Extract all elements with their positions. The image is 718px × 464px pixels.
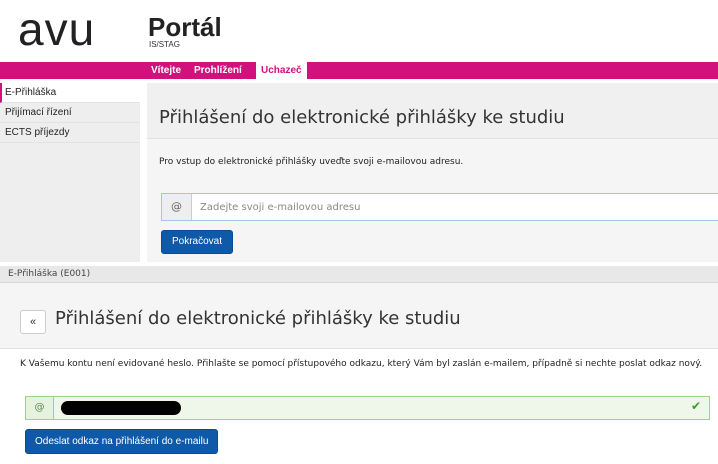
email-input-group: @ — [161, 193, 718, 221]
main-content: Přihlášení do elektronické přihlášky ke … — [147, 83, 718, 262]
page-title: Přihlášení do elektronické přihlášky ke … — [159, 107, 565, 128]
portal-subtitle: IS/STAG — [149, 40, 180, 49]
no-password-notice: K Vašemu kontu není evidované heslo. Při… — [20, 359, 703, 369]
sidebar-item-ects-prijezdy[interactable]: ECTS příjezdy — [0, 123, 140, 143]
avu-logo[interactable]: avu — [18, 6, 95, 52]
intro-text: Pro vstup do elektronické přihlášky uveď… — [159, 157, 464, 167]
checkmark-icon: ✔ — [690, 399, 701, 413]
nav-item-uchazec[interactable]: Uchazeč — [256, 62, 307, 79]
at-sign-icon: @ — [162, 194, 192, 220]
site-header: avu Portál IS/STAG — [0, 0, 718, 60]
sidebar-item-prijimaci-rizeni[interactable]: Přijímací řízení — [0, 103, 140, 123]
page-title-2: Přihlášení do elektronické přihlášky ke … — [55, 308, 461, 329]
email-input-group-valid[interactable]: @ ✔ — [25, 396, 710, 420]
nav-item-vitejte[interactable]: Vítejte — [146, 62, 186, 79]
login-panel: avu Portál IS/STAG Vítejte Prohlížení Uc… — [0, 0, 718, 262]
nav-item-prohlizeni[interactable]: Prohlížení — [189, 62, 247, 79]
continue-button[interactable]: Pokračovat — [161, 230, 234, 254]
send-login-link-button[interactable]: Odeslat odkaz na přihlášení do e-mailu — [25, 429, 219, 454]
redacted-email-value — [61, 401, 181, 415]
back-button[interactable]: « — [20, 310, 46, 334]
at-sign-icon: @ — [26, 397, 54, 419]
breadcrumb: E-Přihláška (E001) — [8, 269, 91, 279]
page-header: Přihlášení do elektronické přihlášky ke … — [147, 83, 718, 139]
email-field[interactable] — [200, 194, 700, 220]
portal-title[interactable]: Portál — [148, 14, 222, 40]
sidebar: E-Přihláška Přijímací řízení ECTS příjez… — [0, 83, 140, 262]
sidebar-item-e-prihlaska[interactable]: E-Přihláška — [0, 83, 140, 103]
link-request-panel: E-Přihláška (E001) « Přihlášení do elekt… — [0, 266, 718, 464]
double-chevron-left-icon: « — [29, 316, 37, 328]
page-header-2: « Přihlášení do elektronické přihlášky k… — [0, 283, 718, 349]
breadcrumb-bar: E-Přihláška (E001) — [0, 266, 718, 283]
main-navbar: Vítejte Prohlížení Uchazeč — [0, 62, 718, 79]
